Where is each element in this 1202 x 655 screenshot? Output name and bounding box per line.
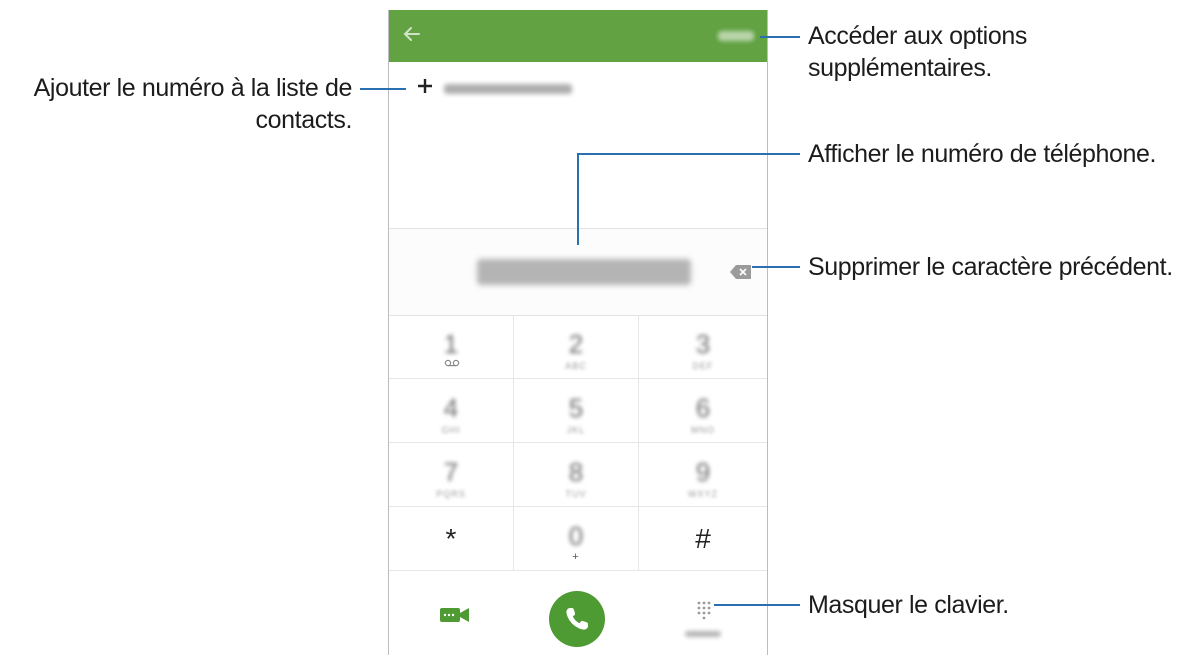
key-digit: 0 bbox=[568, 521, 584, 551]
more-options-button[interactable] bbox=[718, 31, 754, 41]
keypad-icon[interactable] bbox=[697, 601, 711, 621]
dialer-action-bar bbox=[389, 575, 767, 655]
key-digit: 8 bbox=[568, 457, 584, 487]
key-letters: WXYZ bbox=[688, 489, 718, 499]
call-button[interactable] bbox=[549, 591, 605, 647]
key-digit: 7 bbox=[443, 457, 459, 487]
leader-line-options bbox=[760, 36, 800, 38]
callout-delete-char: Supprimer le caractère précédent. bbox=[808, 253, 1173, 281]
callout-hide-keypad: Masquer le clavier. bbox=[808, 591, 1009, 619]
voicemail-icon bbox=[444, 359, 460, 367]
callout-add-contact-line2: contacts. bbox=[255, 106, 353, 134]
plus-icon bbox=[418, 79, 432, 93]
video-call-icon[interactable] bbox=[439, 605, 471, 625]
callout-options-line2: supplémentaires. bbox=[808, 54, 992, 82]
key-letters: ABC bbox=[565, 361, 587, 371]
key-2[interactable]: 2 ABC bbox=[514, 315, 639, 379]
backspace-icon[interactable] bbox=[729, 264, 753, 280]
back-arrow-icon[interactable] bbox=[401, 23, 423, 45]
leader-line-keypad bbox=[714, 604, 800, 606]
add-to-contacts-label bbox=[444, 84, 572, 94]
callout-options: Accéder aux options supplémentaires. bbox=[808, 20, 1027, 84]
callout-display-number: Afficher le numéro de téléphone. bbox=[808, 140, 1157, 168]
app-bar bbox=[389, 10, 767, 62]
leader-line-number-h bbox=[577, 153, 800, 155]
key-7[interactable]: 7 PQRS bbox=[389, 443, 514, 507]
key-digit: 4 bbox=[443, 393, 459, 423]
key-5[interactable]: 5 JKL bbox=[514, 379, 639, 443]
key-symbol: * bbox=[445, 523, 457, 554]
dial-keypad: 1 2 ABC 3 DEF 4 GHI 5 JKL 6 MNO 7 PQRS 8… bbox=[389, 315, 767, 575]
callout-add-contact: Ajouter le numéro à la liste de contacts… bbox=[0, 72, 353, 136]
key-3[interactable]: 3 DEF bbox=[639, 315, 767, 379]
key-symbol: # bbox=[695, 523, 711, 554]
key-digit: 3 bbox=[695, 329, 711, 359]
key-1[interactable]: 1 bbox=[389, 315, 514, 379]
key-digit: 9 bbox=[695, 457, 711, 487]
key-letters: MNO bbox=[691, 425, 715, 435]
key-hash[interactable]: # bbox=[639, 507, 767, 571]
hide-keypad-label bbox=[685, 631, 721, 637]
phone-dialer-screen: 1 2 ABC 3 DEF 4 GHI 5 JKL 6 MNO 7 PQRS 8… bbox=[388, 10, 768, 655]
phone-number-text bbox=[477, 259, 691, 285]
key-letters: DEF bbox=[692, 361, 714, 371]
key-star[interactable]: * bbox=[389, 507, 514, 571]
key-digit: 5 bbox=[568, 393, 584, 423]
leader-line-add-contact bbox=[360, 88, 406, 90]
callout-add-contact-line1: Ajouter le numéro à la liste de bbox=[33, 74, 353, 102]
key-8[interactable]: 8 TUV bbox=[514, 443, 639, 507]
key-4[interactable]: 4 GHI bbox=[389, 379, 514, 443]
key-letters: JKL bbox=[566, 425, 586, 435]
leader-line-backspace bbox=[752, 266, 800, 268]
key-letters: + bbox=[572, 551, 580, 563]
add-to-contacts-row[interactable] bbox=[389, 72, 767, 112]
callout-options-line1: Accéder aux options bbox=[808, 22, 1027, 50]
key-digit: 1 bbox=[443, 329, 459, 359]
leader-line-number-v bbox=[577, 153, 579, 245]
key-9[interactable]: 9 WXYZ bbox=[639, 443, 767, 507]
key-0[interactable]: 0 + bbox=[514, 507, 639, 571]
key-letters: GHI bbox=[441, 425, 461, 435]
key-letters: TUV bbox=[565, 489, 587, 499]
key-digit: 6 bbox=[695, 393, 711, 423]
key-digit: 2 bbox=[568, 329, 584, 359]
key-letters: PQRS bbox=[436, 489, 466, 499]
key-6[interactable]: 6 MNO bbox=[639, 379, 767, 443]
phone-icon bbox=[566, 608, 588, 630]
